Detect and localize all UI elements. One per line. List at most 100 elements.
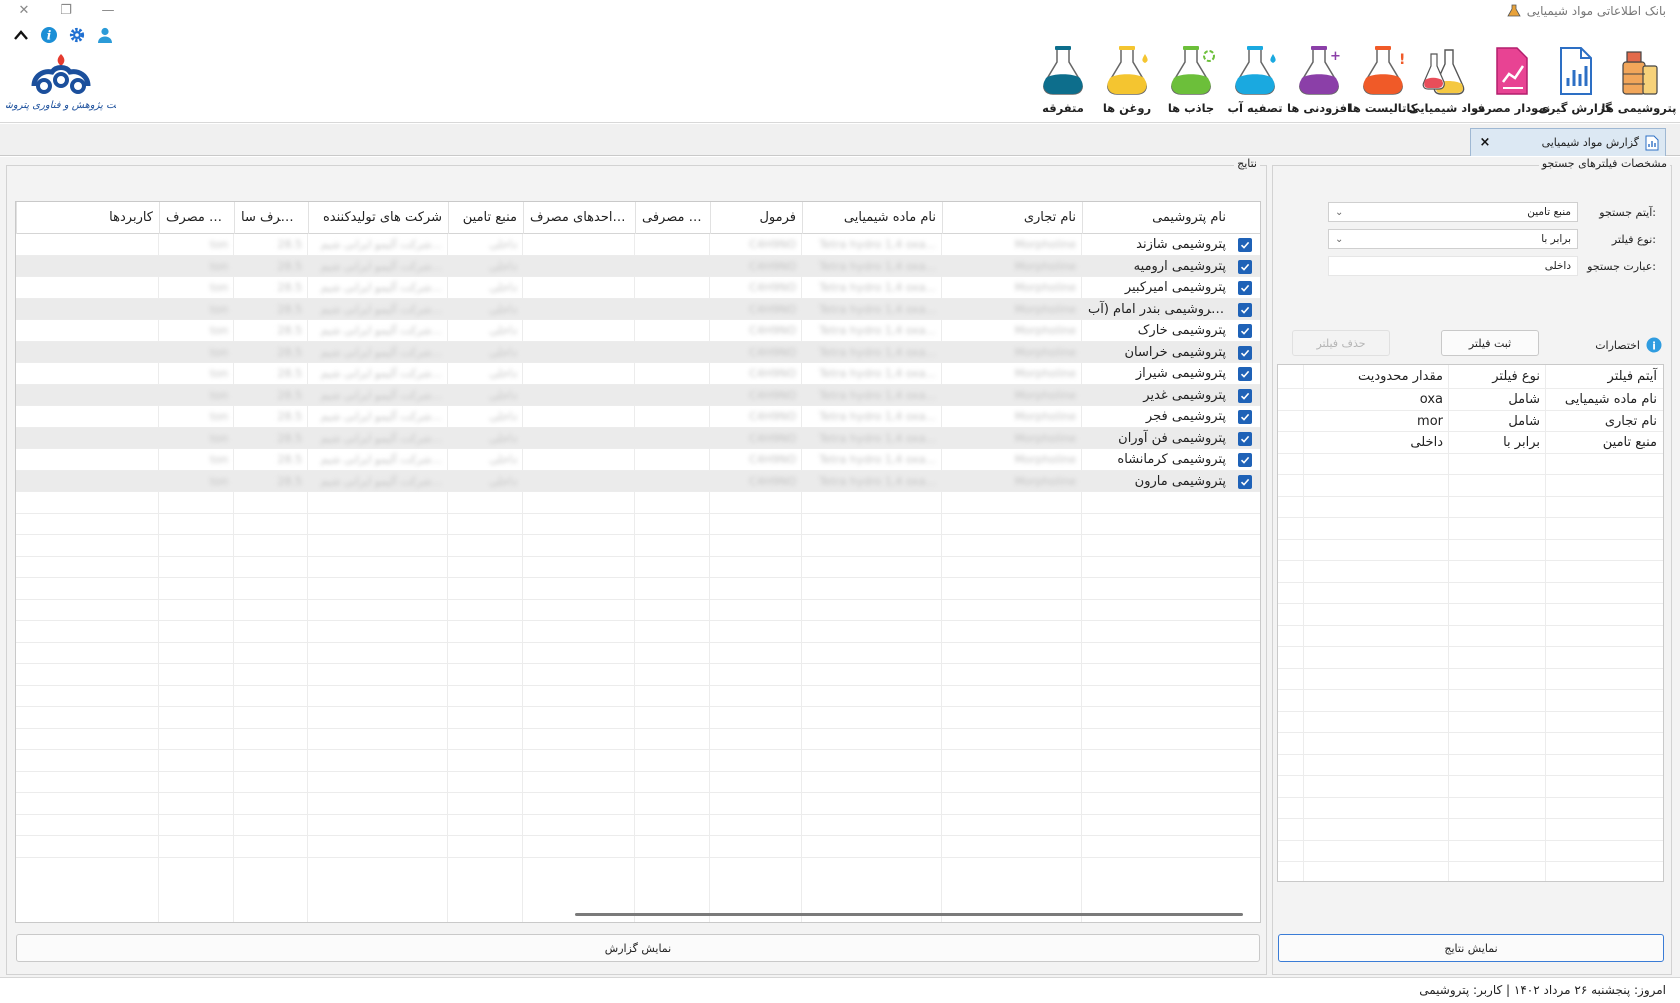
redacted-cell: ton — [209, 431, 228, 445]
row-checkbox[interactable] — [1238, 345, 1252, 360]
row-checkbox[interactable] — [1238, 367, 1252, 381]
row-checkbox[interactable] — [1238, 431, 1252, 446]
results-column-header[interactable]: واحدهای مصرف ... — [523, 202, 635, 234]
horizontal-scrollbar[interactable] — [575, 913, 1243, 916]
search-item-label: آیتم جستجو: — [1599, 205, 1656, 219]
row-checkbox[interactable] — [1238, 388, 1252, 403]
filter-column-header[interactable]: آیتم فیلتر — [1546, 365, 1663, 388]
results-table-row[interactable]: پتروشیمی خارک Morpholine Tetra hydro 1,4 o… — [16, 320, 1260, 342]
search-phrase-row: عبارت جستجو: داخلی — [1328, 256, 1656, 276]
results-column-header[interactable]: واحد مصرف — [159, 202, 234, 234]
info-icon[interactable]: i — [40, 26, 58, 44]
user-account-icon[interactable] — [96, 26, 114, 44]
ribbon-button-additive-flask[interactable]: + افزودنی ها — [1287, 44, 1351, 115]
redacted-cell: Tetra hydro 1,4 oxa... — [819, 324, 936, 337]
results-table-row[interactable]: پتروشیمی غدیر Morpholine Tetra hydro 1,4 o… — [16, 384, 1260, 406]
ribbon-button-catalyst-flask[interactable]: ! کاتالیست ها — [1349, 44, 1417, 115]
results-table-row[interactable]: پتروشیمی بندر امام (آب ... Morpholine Tetr… — [16, 298, 1260, 322]
ribbon-button-report-document[interactable]: گزارش گیری — [1538, 44, 1612, 115]
results-column-header[interactable]: کاربردها — [16, 202, 159, 234]
results-column-header[interactable]: گرید مصرفی — [635, 202, 710, 234]
results-table-row[interactable]: پتروشیمی مارون Morpholine Tetra hydro 1,4 … — [16, 470, 1260, 492]
results-column-header[interactable]: نام تجاری — [942, 202, 1082, 234]
search-phrase-input[interactable]: داخلی — [1328, 256, 1578, 276]
redacted-cell: ton — [209, 410, 228, 423]
redacted-cell — [523, 299, 635, 322]
ribbon-button-misc-flask[interactable]: متفرقه — [1034, 44, 1092, 115]
filter-table-row[interactable]: نام ماده شیمیایی شامل oxa — [1278, 389, 1663, 411]
row-checkbox[interactable] — [1238, 474, 1252, 489]
redacted-cell — [16, 299, 159, 322]
filter-table-row[interactable]: نام تجاری شامل mor — [1278, 411, 1663, 432]
row-checkbox[interactable] — [1238, 453, 1252, 467]
maximize-window-button[interactable]: ❐ — [56, 2, 76, 20]
ribbon-button-label: روغن ها — [1102, 101, 1152, 115]
row-checkbox[interactable] — [1238, 259, 1252, 274]
chevron-down-icon: ⌄ — [1335, 206, 1344, 218]
results-column-header[interactable]: نام پتروشیمی — [1082, 202, 1232, 234]
redacted-cell: Tetra hydro 1,4 oxa... — [819, 453, 936, 466]
row-checkbox[interactable] — [1238, 302, 1252, 317]
results-table-row[interactable]: پتروشیمی فجر Morpholine Tetra hydro 1,4 ox… — [16, 406, 1260, 428]
results-column-header[interactable]: شرکت های تولیدکننده — [308, 202, 448, 234]
close-tab-button[interactable]: × — [1477, 135, 1493, 150]
minimize-window-button[interactable]: — — [98, 2, 118, 20]
results-column-header[interactable]: مصرف سا... — [234, 202, 308, 234]
close-window-button[interactable]: ✕ — [14, 2, 34, 20]
filter-column-header[interactable]: نوع فیلتر — [1449, 365, 1546, 388]
row-checkbox[interactable] — [1238, 324, 1252, 338]
row-checkbox[interactable] — [1238, 281, 1252, 295]
petrochemical-name-cell: پتروشیمی خراسان — [1124, 344, 1226, 360]
redacted-cell — [523, 449, 635, 472]
redacted-cell: ton — [209, 324, 228, 337]
ribbon-button-oil-flask[interactable]: روغن ها — [1098, 44, 1156, 115]
info-icon[interactable]: i — [1646, 337, 1662, 353]
ribbon-button-water-treatment-flask[interactable]: تصفیه آب — [1226, 44, 1284, 115]
row-checkbox[interactable] — [1238, 410, 1252, 424]
results-column-header[interactable]: نام ماده شیمیایی — [802, 202, 942, 234]
results-table-row[interactable]: پتروشیمی فن آوران Morpholine Tetra hydro 1… — [16, 427, 1260, 449]
redacted-cell: شرکت آلیمو ایرانی شیم... — [320, 345, 442, 359]
results-table-row — [16, 793, 1260, 815]
delete-filter-button[interactable]: حذف فیلتر — [1292, 330, 1390, 356]
checkmark-icon — [1240, 306, 1250, 314]
register-filter-button[interactable]: ثبت فیلتر — [1441, 330, 1539, 356]
redacted-cell: Tetra hydro 1,4 oxa... — [819, 431, 936, 445]
results-table-row[interactable]: پتروشیمی کرمانشاه Morpholine Tetra hydro 1… — [16, 449, 1260, 471]
redacted-cell — [16, 342, 159, 365]
svg-text:شرکت پژوهش و فناوری پتروشیمی: شرکت پژوهش و فناوری پتروشیمی — [6, 100, 116, 111]
results-table-row[interactable]: پتروشیمی خراسان Morpholine Tetra hydro 1,4… — [16, 341, 1260, 365]
results-table-row[interactable]: پتروشیمی ارومیه Morpholine Tetra hydro 1,4… — [16, 255, 1260, 277]
redacted-cell: شرکت آلیمو ایرانی شیم... — [320, 431, 442, 445]
checkmark-icon — [1240, 241, 1250, 249]
filter-table-row[interactable]: منبع تامین برابر با داخلی — [1278, 432, 1663, 454]
results-table-row[interactable]: پتروشیمی امیرکبیر Morpholine Tetra hydro 1… — [16, 277, 1260, 299]
results-table-row[interactable]: پتروشیمی شیراز Morpholine Tetra hydro 1,4 … — [16, 363, 1260, 385]
search-item-dropdown[interactable]: منبع تامین ⌄ — [1328, 202, 1578, 222]
ribbon-button-consumption-chart[interactable]: نمودار مصرف — [1472, 44, 1550, 115]
results-column-header[interactable]: منبع تامین — [448, 202, 523, 234]
filter-type-dropdown[interactable]: برابر با ⌄ — [1328, 229, 1578, 249]
petrochemical-name-cell: پتروشیمی فن آوران — [1118, 430, 1226, 446]
filter-column-header[interactable]: مقدار محدودیت — [1304, 365, 1449, 388]
settings-gear-icon[interactable] — [68, 26, 86, 44]
show-results-button[interactable]: نمایش نتایج — [1278, 934, 1664, 962]
row-checkbox[interactable] — [1238, 238, 1252, 252]
svg-text:!: ! — [1399, 52, 1405, 68]
ribbon-button-chemical-flasks[interactable]: مواد شیمیایی — [1409, 44, 1485, 115]
collapse-ribbon-icon[interactable] — [12, 26, 30, 44]
ribbon-button-adsorbent-flask[interactable]: جاذب ها — [1162, 44, 1220, 115]
results-table-row[interactable]: پتروشیمی شازند Morpholine Tetra hydro 1,4 … — [16, 234, 1260, 256]
filter-table-row — [1278, 475, 1663, 497]
filter-table-row — [1278, 712, 1663, 733]
show-report-button[interactable]: نمایش گزارش — [16, 934, 1260, 962]
results-table-row — [16, 750, 1260, 772]
search-item-value: منبع تامین — [1527, 206, 1571, 218]
ribbon-button-label: متفرقه — [1042, 101, 1084, 115]
ribbon-button-petrochemical-tank[interactable]: پتروشیمی ها — [1602, 44, 1676, 115]
ribbon-button-label: افزودنی ها — [1287, 101, 1351, 115]
results-column-header[interactable]: فرمول — [710, 202, 802, 234]
tab-chemical-report[interactable]: گزارش مواد شیمیایی × — [1470, 128, 1666, 156]
redacted-cell — [16, 449, 159, 472]
filter-table-row — [1278, 669, 1663, 690]
